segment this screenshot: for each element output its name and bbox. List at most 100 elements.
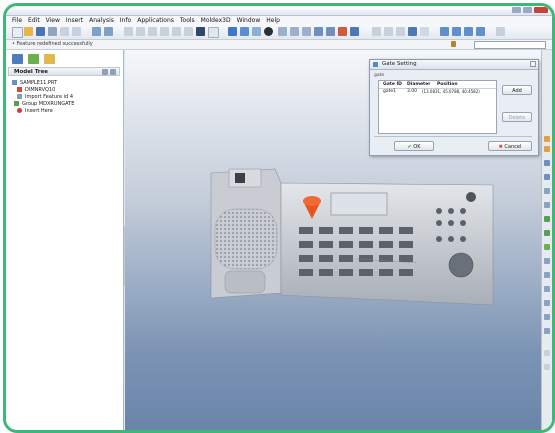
menu-tools[interactable]: Tools [180,17,195,24]
spin-center-icon[interactable] [408,27,417,36]
search-field[interactable] [474,41,546,49]
select-icon[interactable] [184,27,193,36]
menu-insert[interactable]: Insert [66,17,83,24]
edge-icon[interactable] [544,136,550,142]
delete-button[interactable]: Delete [502,112,532,122]
show-icon[interactable] [110,69,116,75]
favorites-tab-icon[interactable] [44,54,55,64]
dialog-close-button[interactable] [530,61,536,67]
shading-icon[interactable] [228,27,237,36]
saved-views-icon[interactable] [326,27,335,36]
window-icon[interactable] [208,27,219,38]
layers-icon[interactable] [196,27,205,36]
undo-icon[interactable] [92,27,101,36]
refit-icon[interactable] [302,27,311,36]
moldex-gate-icon[interactable] [440,27,449,36]
pattern-icon[interactable] [544,350,550,356]
moldex-mesh-icon[interactable] [464,27,473,36]
print-icon[interactable] [48,27,57,36]
menu-applications[interactable]: Applications [137,17,174,24]
rib-icon[interactable] [544,300,550,306]
open-folder-icon[interactable] [24,27,33,36]
moldex-analysis-icon[interactable] [476,27,485,36]
menu-info[interactable]: Info [120,17,131,24]
cell-gate-id[interactable]: gate1 [383,89,396,95]
hole-icon[interactable] [544,272,550,278]
csys-tool-icon[interactable] [544,202,550,208]
column-diameter[interactable]: Diameter [407,81,430,88]
csys-icon[interactable] [396,27,405,36]
settings-icon[interactable] [102,69,108,75]
part-icon [12,80,17,85]
cell-position[interactable]: (13.0831, 45.0788, 40.4582) [422,89,480,95]
add-button[interactable]: Add [502,85,532,95]
regenerate-icon[interactable] [160,27,169,36]
navigator-tabs [12,54,55,64]
copy-feature-icon[interactable] [136,27,145,36]
plane-tool-icon[interactable] [544,160,550,166]
revolve-icon[interactable] [544,230,550,236]
menu-view[interactable]: View [46,17,60,24]
tree-item-dimension[interactable]: DIMNRVQ10 [12,86,74,93]
tree-item-part[interactable]: SAMPLE11.PRT [12,79,74,86]
orient-icon[interactable] [314,27,323,36]
menu-window[interactable]: Window [237,17,261,24]
column-gate-id[interactable]: Gate ID [383,81,402,88]
menu-edit[interactable]: Edit [28,17,40,24]
extrude-icon[interactable] [544,216,550,222]
tree-item-import-feature[interactable]: Import Feature id 4 [12,93,74,100]
draft-icon[interactable] [544,314,550,320]
navigator-panel: Model Tree SAMPLE11.PRT DIMNRVQ10 Import… [6,50,124,430]
column-position[interactable]: Position [437,81,458,88]
folder-browser-tab-icon[interactable] [28,54,39,64]
copy-icon[interactable] [60,27,69,36]
annotation-icon[interactable] [420,27,429,36]
appearance-icon[interactable] [264,27,273,36]
menu-help[interactable]: Help [266,17,280,24]
tree-item-group[interactable]: Group MDXRUNGATE [12,100,74,107]
datum-point-icon[interactable] [384,27,393,36]
model-tree-tab-icon[interactable] [12,54,23,64]
cancel-button[interactable]: ✖ Cancel [488,141,532,151]
sketch-tool-icon[interactable] [544,146,550,152]
maximize-button[interactable] [523,7,532,13]
paste-icon[interactable] [72,27,81,36]
menu-analysis[interactable]: Analysis [89,17,114,24]
hidden-line-icon[interactable] [240,27,249,36]
ok-button[interactable]: ✔ OK [394,141,434,151]
model-tree-header: Model Tree [8,67,120,76]
datum-plane-icon[interactable] [350,27,359,36]
paste-feature-icon[interactable] [148,27,157,36]
sweep-icon[interactable] [544,244,550,250]
cell-diameter[interactable]: 3.00 [407,89,417,95]
title-bar [6,6,552,16]
phone-housing-model[interactable] [207,163,497,323]
redo-icon[interactable] [104,27,113,36]
datum-axis-icon[interactable] [372,27,381,36]
model-tree-tools [102,69,116,75]
datum-icon [17,87,22,92]
menu-file[interactable]: File [12,17,22,24]
moldex-runner-icon[interactable] [452,27,461,36]
sketch-icon[interactable] [338,27,347,36]
save-icon[interactable] [36,27,45,36]
close-button[interactable] [534,7,548,13]
find-icon[interactable] [172,27,181,36]
cut-icon[interactable] [124,27,133,36]
model-tree: SAMPLE11.PRT DIMNRVQ10 Import Feature id… [12,79,74,114]
help-arrow-icon[interactable] [496,27,505,36]
shell-icon[interactable] [544,286,550,292]
round-icon[interactable] [544,328,550,334]
minimize-button[interactable] [512,7,521,13]
wireframe-icon[interactable] [252,27,261,36]
blend-icon[interactable] [544,258,550,264]
point-tool-icon[interactable] [544,188,550,194]
zoom-out-icon[interactable] [290,27,299,36]
mirror-icon[interactable] [544,364,550,370]
new-file-icon[interactable] [12,27,23,38]
gate-table[interactable]: Gate ID Diameter Position gate1 3.00 (13… [378,80,497,134]
tree-item-insert-here[interactable]: Insert Here [12,107,74,114]
axis-tool-icon[interactable] [544,174,550,180]
menu-moldex3d[interactable]: Moldex3D [201,17,231,24]
zoom-in-icon[interactable] [278,27,287,36]
